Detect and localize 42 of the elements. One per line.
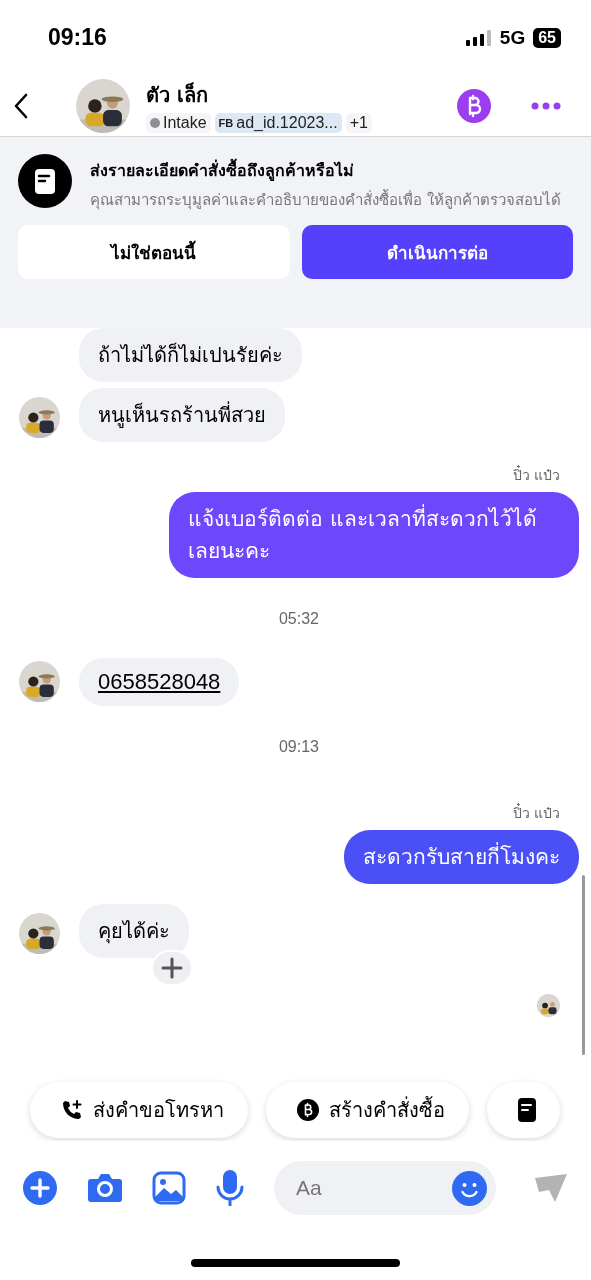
gallery-icon[interactable]	[152, 1171, 186, 1205]
message-bubble: ถ้าไม่ได้ก็ไม่เปนรัยค่ะ	[79, 328, 302, 382]
document-icon	[18, 154, 72, 208]
add-icon[interactable]	[22, 1170, 58, 1206]
microphone-icon[interactable]	[215, 1170, 245, 1206]
more-icon[interactable]	[531, 101, 561, 110]
message-bubble: สะดวกรับสายกี่โมงคะ	[344, 830, 579, 884]
stage-tag[interactable]: Intake	[146, 112, 211, 133]
order-details-chip[interactable]	[487, 1082, 560, 1138]
camera-icon[interactable]	[87, 1172, 123, 1204]
status-time: 09:16	[48, 24, 107, 51]
timestamp: 09:13	[278, 738, 319, 756]
source-label: FB	[218, 116, 234, 129]
timestamp: 05:32	[278, 610, 319, 628]
sender-name: ปิ๋ว แป๋ว	[512, 802, 560, 823]
continue-button[interactable]: ดำเนินการต่อ	[301, 225, 573, 279]
banner-description: คุณสามารถระบุมูลค่าและคำอธิบายของคำสั่งซื้อเพื่อ ให้ลูกค้าตรวจสอบได้	[90, 189, 561, 211]
battery-level: 65	[533, 27, 561, 48]
back-icon[interactable]	[14, 92, 28, 119]
message-bubble: แจ้งเบอร์ติดต่อ และเวลาที่สะดวกไว้ได้เลยนะคะ	[169, 492, 579, 578]
network-label: 5G	[499, 26, 526, 49]
create-order-chip[interactable]: สร้างคำสั่งซื้อ	[266, 1082, 469, 1138]
phone-link[interactable]: 0658528048	[79, 658, 240, 706]
ad-tag[interactable]: FB ad_id.12023...	[214, 112, 342, 133]
call-request-chip[interactable]: ส่งคำขอโทรหา	[30, 1082, 248, 1138]
message-bubble: หนูเห็นรถร้านพี่สวย	[79, 388, 285, 442]
tag-label: ad_id.12023...	[236, 113, 338, 132]
phone-plus-icon	[61, 1099, 83, 1121]
sender-name: ปิ๋ว แป๋ว	[512, 464, 560, 485]
baht-icon[interactable]	[457, 88, 491, 123]
more-tags[interactable]: +1	[345, 112, 372, 133]
banner-title: ส่งรายละเอียดคำสั่งซื้อถึงลูกค้าหรือไม่	[90, 158, 561, 183]
emoji-icon[interactable]	[452, 1171, 487, 1206]
message-field[interactable]: Aa	[274, 1161, 496, 1215]
signal-icon	[465, 29, 492, 46]
document-icon	[518, 1098, 536, 1122]
message-bubble: คุยได้ค่ะ	[79, 904, 189, 958]
not-now-button[interactable]: ไม่ใช่ตอนนี้	[18, 225, 290, 279]
contact-name: ตัว เล็ก	[146, 81, 209, 109]
baht-icon	[297, 1099, 319, 1121]
scrollbar[interactable]	[582, 875, 585, 1055]
tag-label: Intake	[163, 113, 207, 132]
